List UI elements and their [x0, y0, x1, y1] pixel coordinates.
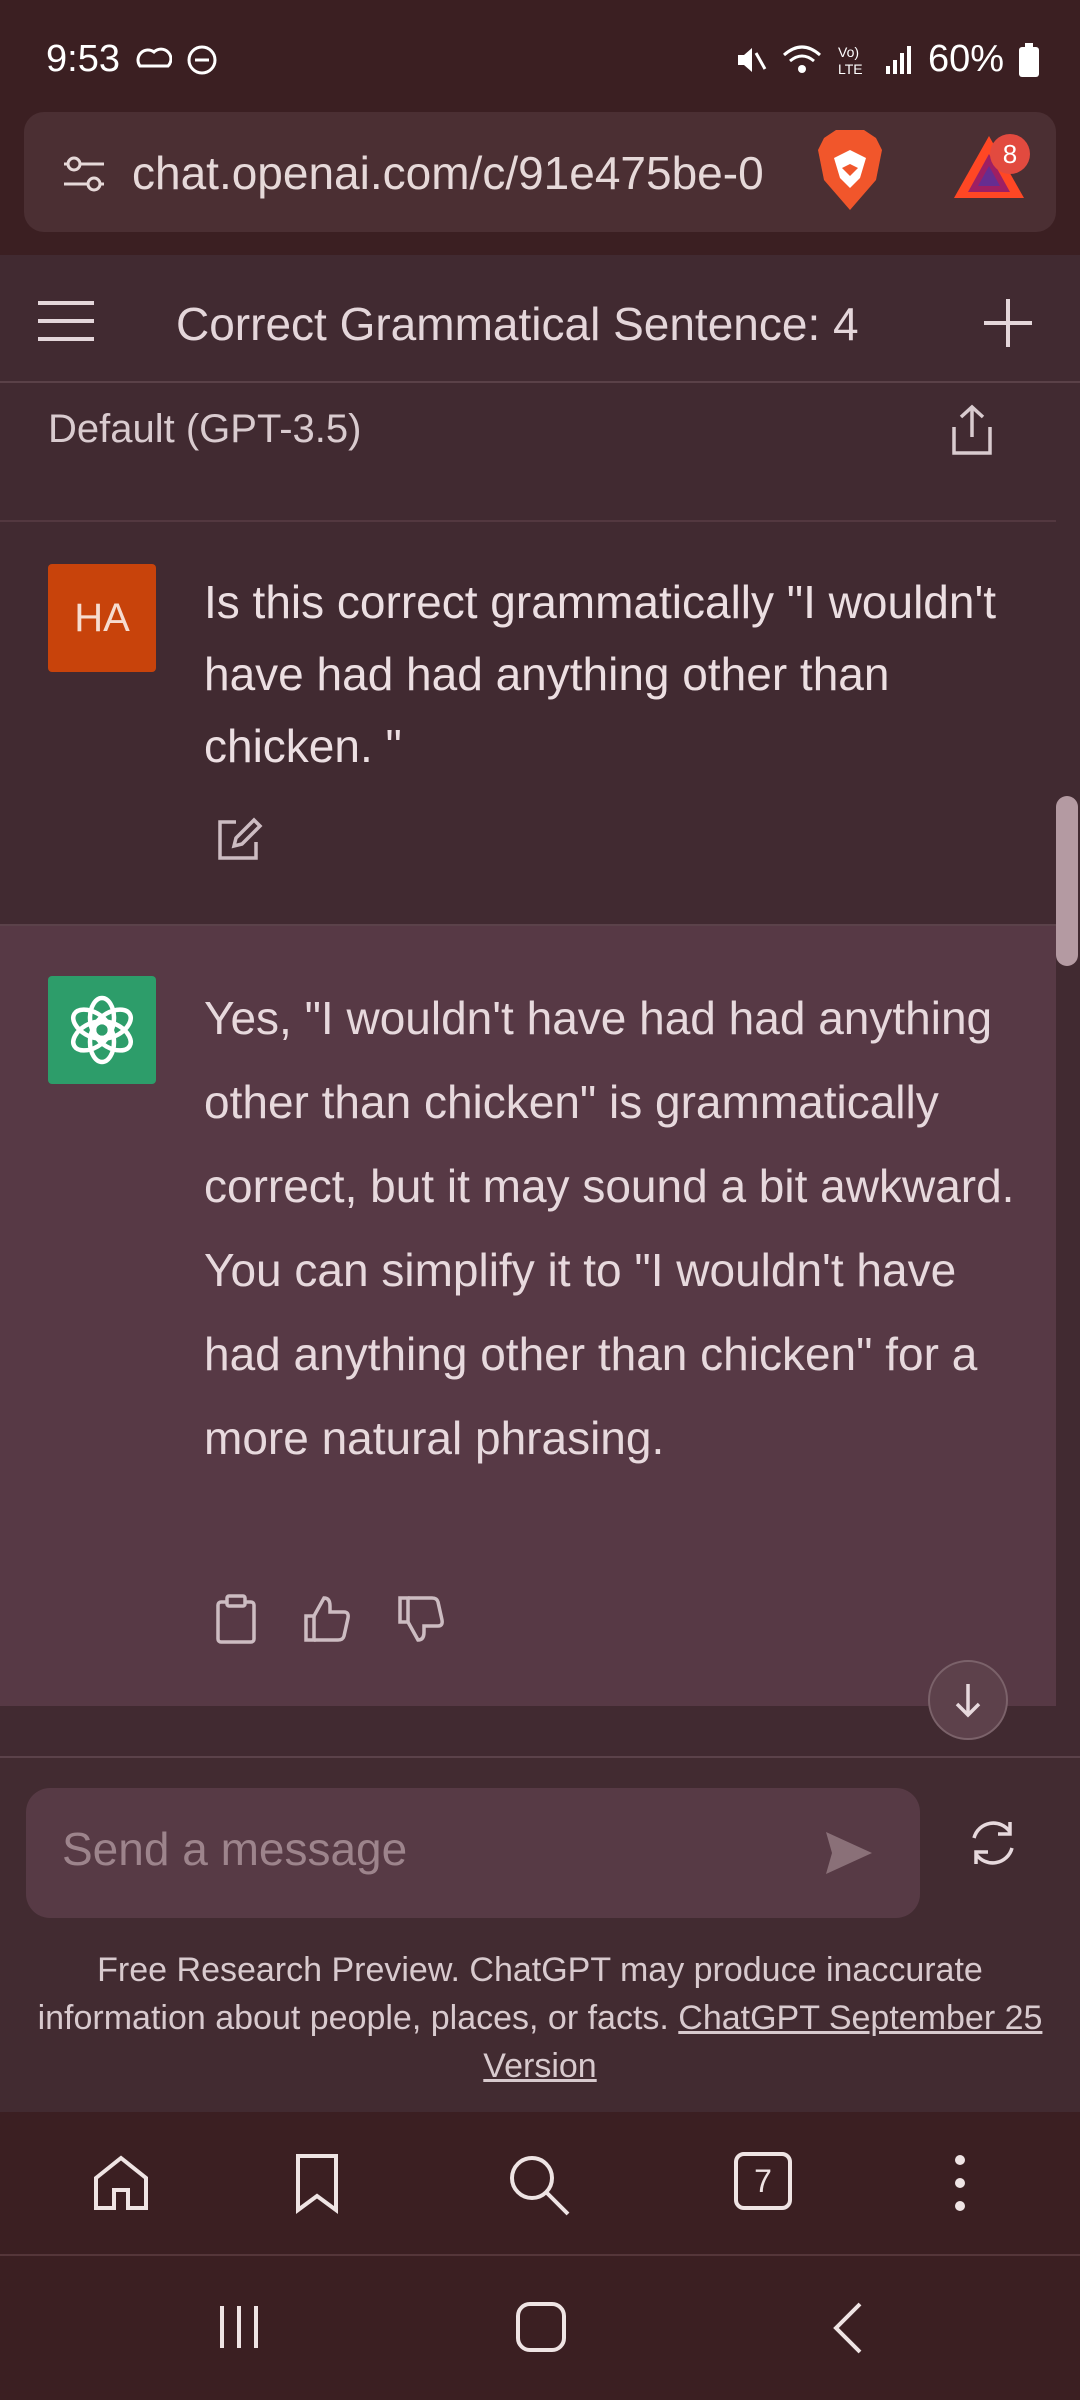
- thumbs-down-icon[interactable]: [396, 1594, 446, 1644]
- more-icon[interactable]: [948, 2152, 972, 2214]
- home-icon[interactable]: [90, 2152, 152, 2214]
- recents-icon[interactable]: [214, 2302, 264, 2352]
- back-icon[interactable]: [830, 2300, 866, 2356]
- volte-icon: Vo)LTE: [838, 44, 863, 77]
- battery-percent: 60%: [927, 38, 1004, 80]
- user-message-text: Is this correct grammatically "I wouldn'…: [204, 576, 997, 772]
- svg-text:Vo): Vo): [838, 44, 859, 60]
- address-bar[interactable]: chat.openai.com/c/91e475be-0: [24, 112, 1056, 232]
- share-icon[interactable]: [948, 403, 996, 459]
- model-label: Default (GPT-3.5): [48, 407, 362, 451]
- home-nav-icon[interactable]: [514, 2300, 568, 2354]
- user-message: HA Is this correct grammatically "I woul…: [0, 522, 1056, 926]
- message-input[interactable]: [62, 1822, 822, 1876]
- bookmark-icon[interactable]: [292, 2152, 342, 2214]
- wifi-icon: [782, 45, 821, 73]
- thumbs-up-icon[interactable]: [302, 1594, 352, 1644]
- search-icon[interactable]: [506, 2152, 572, 2218]
- chat-header: Correct Grammatical Sentence: 4: [0, 255, 1080, 383]
- message-composer[interactable]: [26, 1788, 920, 1918]
- svg-text:LTE: LTE: [838, 61, 863, 77]
- tune-icon[interactable]: [60, 152, 108, 196]
- arrow-down-icon: [955, 1684, 981, 1718]
- tab-count-button[interactable]: 7: [734, 2152, 792, 2210]
- scrollbar[interactable]: [1056, 796, 1078, 966]
- user-avatar: HA: [48, 564, 156, 672]
- assistant-message-text: Yes, "I wouldn't have had had anything o…: [204, 992, 1015, 1464]
- assistant-message: Yes, "I wouldn't have had had anything o…: [0, 926, 1056, 1706]
- plus-icon[interactable]: [980, 295, 1036, 351]
- message-actions: [214, 1594, 446, 1644]
- chat-title: Correct Grammatical Sentence: 4: [176, 298, 859, 350]
- disclaimer: Free Research Preview. ChatGPT may produ…: [20, 1946, 1060, 2090]
- battery-icon: [1019, 42, 1039, 77]
- cloud-icon: [136, 47, 172, 68]
- edit-icon[interactable]: [214, 814, 264, 864]
- mute-icon: [737, 47, 767, 72]
- send-icon[interactable]: [822, 1828, 876, 1878]
- url-text[interactable]: chat.openai.com/c/91e475be-0: [132, 146, 812, 200]
- composer-area: Free Research Preview. ChatGPT may produ…: [0, 1756, 1080, 2112]
- system-nav-bar: [0, 2256, 1080, 2400]
- model-row: Default (GPT-3.5): [0, 383, 1080, 521]
- menu-icon[interactable]: [36, 299, 96, 343]
- rewards-badge: 8: [990, 134, 1030, 174]
- browser-toolbar: chat.openai.com/c/91e475be-0 8: [0, 110, 1080, 255]
- do-not-disturb-icon: [187, 45, 217, 75]
- scroll-down-button[interactable]: [928, 1660, 1008, 1740]
- brave-lion-icon[interactable]: [814, 128, 886, 212]
- status-bar: 9:53 Vo) LTE 60%: [0, 0, 1080, 110]
- signal-icon: [885, 45, 911, 74]
- assistant-avatar: [48, 976, 156, 1084]
- openai-logo-icon: [71, 995, 133, 1065]
- browser-bottom-toolbar: 7: [0, 2112, 1080, 2256]
- copy-icon[interactable]: [214, 1594, 258, 1644]
- status-time: 9:53: [46, 38, 120, 80]
- refresh-icon[interactable]: [966, 1818, 1020, 1868]
